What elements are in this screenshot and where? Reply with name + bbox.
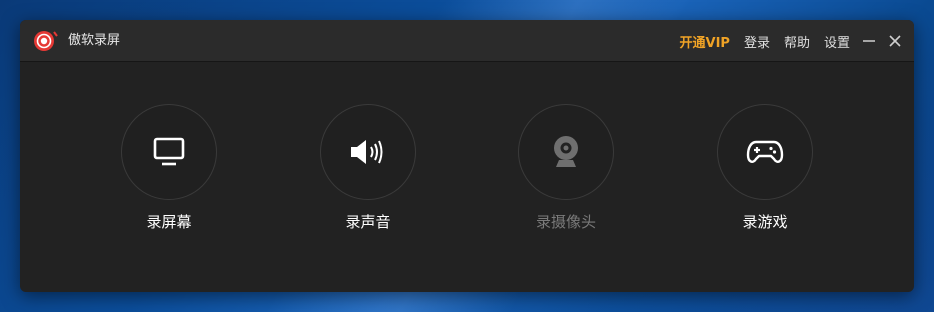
record-audio-label: 录声音 [345,213,391,231]
title-bar[interactable]: 傲软录屏 开通VIP 登录 帮助 设置 [20,20,914,62]
minimize-icon[interactable] [862,34,876,48]
settings-button[interactable]: 设置 [824,32,850,51]
record-audio-button[interactable]: 录声音 [320,104,416,232]
help-button[interactable]: 帮助 [784,32,810,51]
webcam-icon [554,136,578,167]
record-camera-button[interactable]: 录摄像头 [518,104,614,232]
record-camera-label: 录摄像头 [535,213,596,231]
close-icon[interactable] [888,34,902,48]
record-game-label: 录游戏 [742,213,788,231]
login-button[interactable]: 登录 [744,32,770,51]
speaker-icon [351,140,383,164]
record-screen-button[interactable]: 录屏幕 [121,104,217,232]
vip-button[interactable]: 开通VIP [680,32,730,51]
app-logo-icon [34,31,58,51]
record-screen-circle[interactable] [121,104,217,200]
record-audio-circle[interactable] [320,104,416,200]
record-game-circle[interactable] [717,104,813,200]
record-camera-circle[interactable] [518,104,614,200]
record-screen-label: 录屏幕 [146,213,192,231]
record-game-button[interactable]: 录游戏 [717,104,813,232]
app-title: 傲软录屏 [68,33,121,48]
gamepad-icon [746,140,784,163]
monitor-icon [153,137,185,166]
title-menu: 开通VIP 登录 帮助 设置 [680,31,902,51]
app-window: 傲软录屏 开通VIP 登录 帮助 设置 录屏幕 录声音 录摄像头 录游戏 [20,20,914,292]
